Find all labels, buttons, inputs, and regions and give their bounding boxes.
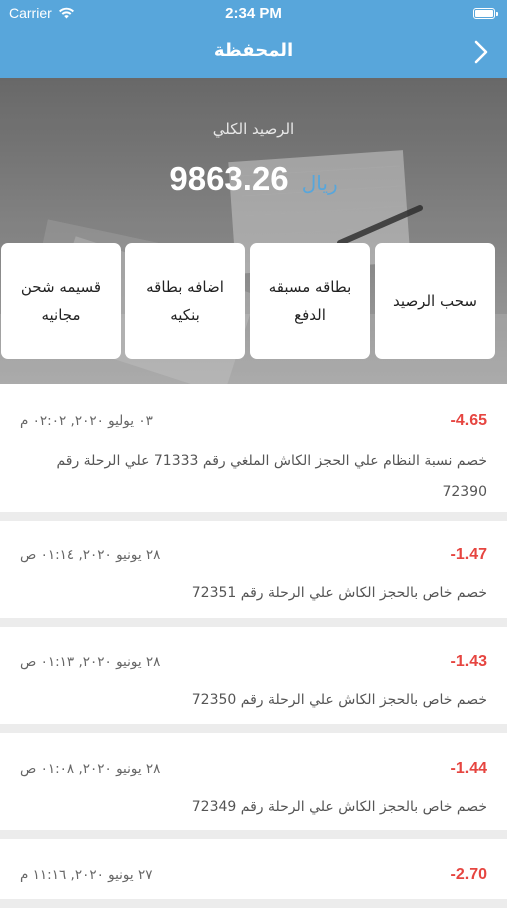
transaction-description: خصم خاص بالحجز الكاش علي الرحلة رقم 7234… bbox=[191, 799, 487, 815]
chevron-right-icon[interactable] bbox=[473, 40, 489, 64]
transaction-item[interactable]: -2.70 ٢٧ يونيو ٢٠٢٠, ١١:١٦ م bbox=[0, 839, 507, 899]
total-balance: 9863.26 ريال bbox=[0, 160, 507, 198]
action-label: بطاقه مسبقه الدفع bbox=[268, 277, 352, 325]
free-recharge-voucher-button[interactable]: قسيمه شحن مجانيه bbox=[1, 243, 121, 359]
transaction-description: خصم نسبة النظام علي الحجز الكاش الملغي ر… bbox=[56, 453, 487, 500]
wallet-actions: سحب الرصيد بطاقه مسبقه الدفع اضافه بطاقه… bbox=[0, 243, 507, 361]
action-label: سحب الرصيد bbox=[393, 291, 477, 310]
wallet-header: الرصيد الكلي 9863.26 ريال سحب الرصيد بطا… bbox=[0, 78, 507, 384]
status-time: 2:34 PM bbox=[225, 5, 282, 22]
transaction-amount: -2.70 bbox=[450, 866, 487, 883]
transaction-date: ٢٨ يونيو ٢٠٢٠, ٠١:٠٨ ص bbox=[20, 761, 161, 777]
transaction-amount: -1.47 bbox=[450, 546, 487, 563]
balance-amount: 9863.26 bbox=[169, 160, 289, 197]
withdraw-balance-button[interactable]: سحب الرصيد bbox=[375, 243, 495, 359]
battery-level bbox=[475, 10, 493, 17]
transaction-amount: -1.44 bbox=[450, 760, 487, 777]
currency-label: ريال bbox=[301, 171, 338, 195]
transaction-item[interactable]: -1.43 ٢٨ يونيو ٢٠٢٠, ٠١:١٣ ص خصم خاص بال… bbox=[0, 627, 507, 724]
transaction-item[interactable]: -4.65 ٠٣ يوليو ٢٠٢٠, ٠٢:٠٢ م خصم نسبة ال… bbox=[0, 384, 507, 512]
page-title: المحفظة bbox=[213, 40, 294, 61]
transaction-amount: -4.65 bbox=[450, 412, 487, 429]
action-label: قسيمه شحن مجانيه bbox=[20, 277, 102, 325]
prepaid-card-button[interactable]: بطاقه مسبقه الدفع bbox=[250, 243, 370, 359]
status-bar: Carrier 2:34 PM bbox=[0, 0, 507, 28]
battery-icon bbox=[473, 8, 498, 19]
add-bank-card-button[interactable]: اضافه بطاقه بنكيه bbox=[125, 243, 245, 359]
transaction-description: خصم خاص بالحجز الكاش علي الرحلة رقم 7235… bbox=[191, 692, 487, 708]
transaction-date: ٠٣ يوليو ٢٠٢٠, ٠٢:٠٢ م bbox=[20, 413, 153, 429]
action-label: اضافه بطاقه بنكيه bbox=[146, 277, 224, 325]
transaction-amount: -1.43 bbox=[450, 653, 487, 670]
transaction-date: ٢٨ يونيو ٢٠٢٠, ٠١:١٣ ص bbox=[20, 654, 161, 670]
navigation-bar: Carrier 2:34 PM المحفظة bbox=[0, 0, 507, 78]
transaction-date: ٢٨ يونيو ٢٠٢٠, ٠١:١٤ ص bbox=[20, 547, 161, 563]
transactions-list[interactable]: -4.65 ٠٣ يوليو ٢٠٢٠, ٠٢:٠٢ م خصم نسبة ال… bbox=[0, 384, 507, 908]
total-balance-label: الرصيد الكلي bbox=[212, 120, 295, 138]
transaction-description: خصم خاص بالحجز الكاش علي الرحلة رقم 7235… bbox=[191, 585, 487, 601]
transaction-item[interactable]: -1.47 ٢٨ يونيو ٢٠٢٠, ٠١:١٤ ص خصم خاص بال… bbox=[0, 521, 507, 618]
transaction-date: ٢٧ يونيو ٢٠٢٠, ١١:١٦ م bbox=[20, 867, 153, 883]
transaction-item[interactable]: -1.44 ٢٨ يونيو ٢٠٢٠, ٠١:٠٨ ص خصم خاص بال… bbox=[0, 733, 507, 830]
